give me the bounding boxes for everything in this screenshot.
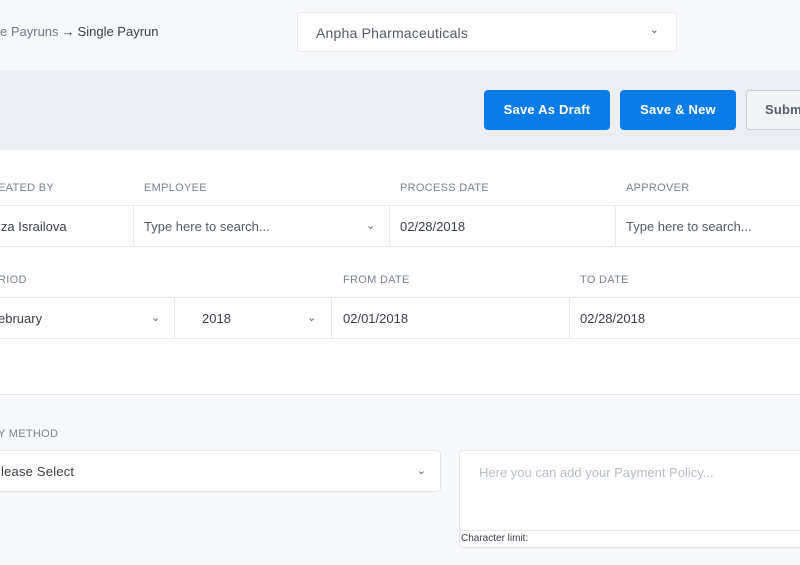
period-month-select[interactable]: ebruary (0, 311, 42, 326)
chevron-down-icon: ⌄ (416, 465, 426, 477)
character-limit-label: Character limit: (461, 533, 529, 544)
top-bar: e Payruns → Single Payrun Anpha Pharmaceut… (0, 0, 800, 70)
process-date-label: PROCESS DATE (400, 182, 489, 194)
from-date-label: FROM DATE (343, 274, 410, 286)
chevron-down-icon[interactable]: ⌄ (307, 311, 316, 324)
save-as-draft-button[interactable]: Save As Draft (484, 90, 610, 130)
divider (569, 297, 570, 338)
chevron-down-icon[interactable]: ⌄ (366, 219, 375, 232)
divider (0, 338, 800, 339)
payment-policy-textarea[interactable]: Here you can add your Payment Policy... (460, 451, 800, 531)
approver-search-input[interactable]: Type here to search... (626, 219, 752, 234)
period-year-select[interactable]: 2018 (202, 311, 231, 326)
created-by-value: iza Israilova (0, 219, 67, 234)
divider (389, 205, 390, 246)
divider (0, 246, 800, 247)
breadcrumb-current: Single Payrun (77, 24, 159, 39)
payment-policy-box: Here you can add your Payment Policy... … (459, 450, 800, 548)
action-bar: Save As Draft Save & New Subm (0, 70, 800, 150)
payrun-form: EATED BY EMPLOYEE PROCESS DATE APPROVER … (0, 150, 800, 395)
breadcrumb-payruns-link[interactable]: e Payruns (0, 24, 59, 39)
to-date-label: TO DATE (580, 274, 629, 286)
to-date-field[interactable]: 02/28/2018 (580, 311, 645, 326)
divider (331, 297, 332, 338)
divider (0, 205, 800, 206)
chevron-down-icon[interactable]: ⌄ (151, 311, 160, 324)
save-and-new-button[interactable]: Save & New (620, 90, 736, 130)
divider (174, 297, 175, 338)
divider (0, 297, 800, 298)
payment-method-label: Y METHOD (0, 428, 59, 440)
created-by-label: EATED BY (0, 182, 54, 194)
divider (615, 205, 616, 246)
divider (133, 205, 134, 246)
payment-method-select[interactable]: lease Select ⌄ (0, 450, 441, 492)
company-select-value: Anpha Pharmaceuticals (316, 25, 469, 41)
from-date-field[interactable]: 02/01/2018 (343, 311, 408, 326)
company-select[interactable]: Anpha Pharmaceuticals ⌄ (297, 12, 677, 52)
payment-method-value: lease Select (1, 464, 75, 479)
approver-label: APPROVER (626, 182, 690, 194)
payment-policy-placeholder: Here you can add your Payment Policy... (479, 465, 714, 480)
arrow-right-icon: → (61, 24, 75, 39)
process-date-field[interactable]: 02/28/2018 (400, 219, 465, 234)
employee-search-input[interactable]: Type here to search... (144, 219, 270, 234)
breadcrumb: e Payruns → Single Payrun (0, 24, 159, 39)
chevron-down-icon: ⌄ (649, 24, 659, 36)
submit-button[interactable]: Subm (746, 90, 800, 130)
payment-section: Y METHOD lease Select ⌄ Here you can add… (0, 395, 800, 565)
employee-label: EMPLOYEE (144, 182, 207, 194)
period-label: RIOD (0, 274, 27, 286)
